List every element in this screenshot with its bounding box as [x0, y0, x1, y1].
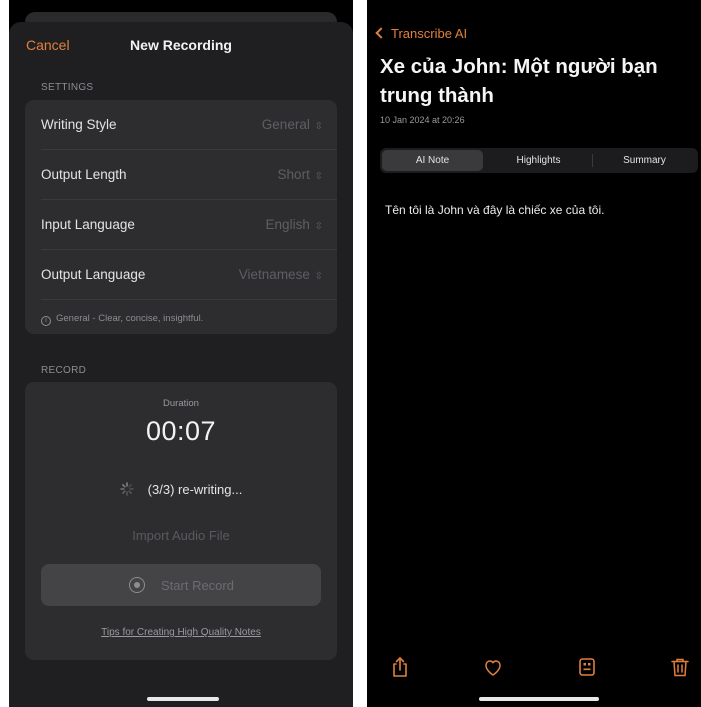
record-section-label: RECORD	[41, 365, 87, 376]
writing-style-row[interactable]: Writing Style General ⇳	[25, 100, 337, 150]
writing-style-value: General	[261, 117, 310, 132]
record-group: Duration 00:07 (3/3) re-writing... Impor…	[25, 382, 337, 660]
row-divider	[41, 299, 337, 300]
chevron-up-down-icon: ⇳	[311, 121, 323, 132]
writing-style-picker[interactable]: General ⇳	[262, 117, 323, 132]
note-date: 10 Jan 2024 at 20:26	[380, 115, 465, 125]
loading-spinner-icon	[119, 482, 134, 496]
status-text: (3/3) re-writing...	[147, 482, 243, 497]
output-length-value: Short	[277, 167, 310, 182]
info-icon: i	[41, 316, 51, 326]
writing-style-hint: i General - Clear, concise, insightful.	[41, 313, 203, 326]
input-language-value: English	[265, 217, 310, 232]
chevron-up-down-icon: ⇳	[311, 271, 323, 282]
input-language-row[interactable]: Input Language English ⇳	[25, 200, 337, 250]
duration-label: Duration	[163, 398, 199, 409]
output-length-picker[interactable]: Short ⇳	[278, 167, 323, 182]
note-content: Tên tôi là John và đây là chiếc xe của t…	[385, 203, 605, 217]
import-audio-button[interactable]: Import Audio File	[25, 528, 337, 543]
new-recording-screen: Cancel New Recording SETTINGS Writing St…	[9, 0, 353, 707]
record-icon	[129, 577, 145, 593]
note-detail-screen: Transcribe AI Xe của John: Một người bạn…	[367, 0, 701, 707]
processing-status: (3/3) re-writing...	[25, 482, 337, 497]
output-length-row[interactable]: Output Length Short ⇳	[25, 150, 337, 200]
tips-link[interactable]: Tips for Creating High Quality Notes	[25, 627, 337, 638]
duration-timer: 00:07	[145, 416, 217, 446]
note-title: Xe của John: Một người bạn trung thành	[380, 55, 658, 107]
back-button[interactable]: Transcribe AI	[375, 26, 468, 41]
back-label: Transcribe AI	[391, 26, 468, 41]
settings-group: Writing Style General ⇳ Output Length Sh…	[25, 100, 337, 334]
writing-style-label: Writing Style	[41, 117, 117, 132]
chevron-up-down-icon: ⇳	[311, 221, 323, 232]
tab-summary[interactable]: Summary	[593, 148, 696, 173]
note-view-segmented-control: AI Note Highlights Summary	[380, 148, 698, 173]
output-length-label: Output Length	[41, 167, 127, 182]
home-indicator	[479, 697, 599, 701]
trash-icon[interactable]	[668, 655, 692, 679]
tab-highlights[interactable]: Highlights	[487, 148, 590, 173]
output-language-row[interactable]: Output Language Vietnamese ⇳	[25, 250, 337, 300]
output-language-value: Vietnamese	[238, 267, 310, 282]
heart-icon[interactable]	[481, 655, 505, 679]
bottom-toolbar	[367, 655, 701, 681]
share-icon[interactable]	[388, 655, 412, 679]
chevron-up-down-icon: ⇳	[311, 171, 323, 182]
start-record-label: Start Record	[161, 578, 234, 593]
hint-text: General - Clear, concise, insightful.	[56, 313, 204, 324]
tab-ai-note[interactable]: AI Note	[382, 150, 483, 171]
new-recording-sheet: Cancel New Recording SETTINGS Writing St…	[9, 22, 353, 707]
sheet-nav-bar: Cancel New Recording	[9, 37, 353, 55]
output-language-picker[interactable]: Vietnamese ⇳	[239, 267, 323, 282]
output-language-label: Output Language	[41, 267, 146, 282]
home-indicator	[147, 697, 219, 701]
input-language-picker[interactable]: English ⇳	[266, 217, 323, 232]
start-record-button[interactable]: Start Record	[41, 564, 321, 606]
input-language-label: Input Language	[41, 217, 135, 232]
settings-section-label: SETTINGS	[41, 82, 94, 93]
chevron-left-icon	[375, 27, 387, 39]
document-icon[interactable]	[575, 655, 599, 679]
sheet-title: New Recording	[130, 37, 232, 53]
